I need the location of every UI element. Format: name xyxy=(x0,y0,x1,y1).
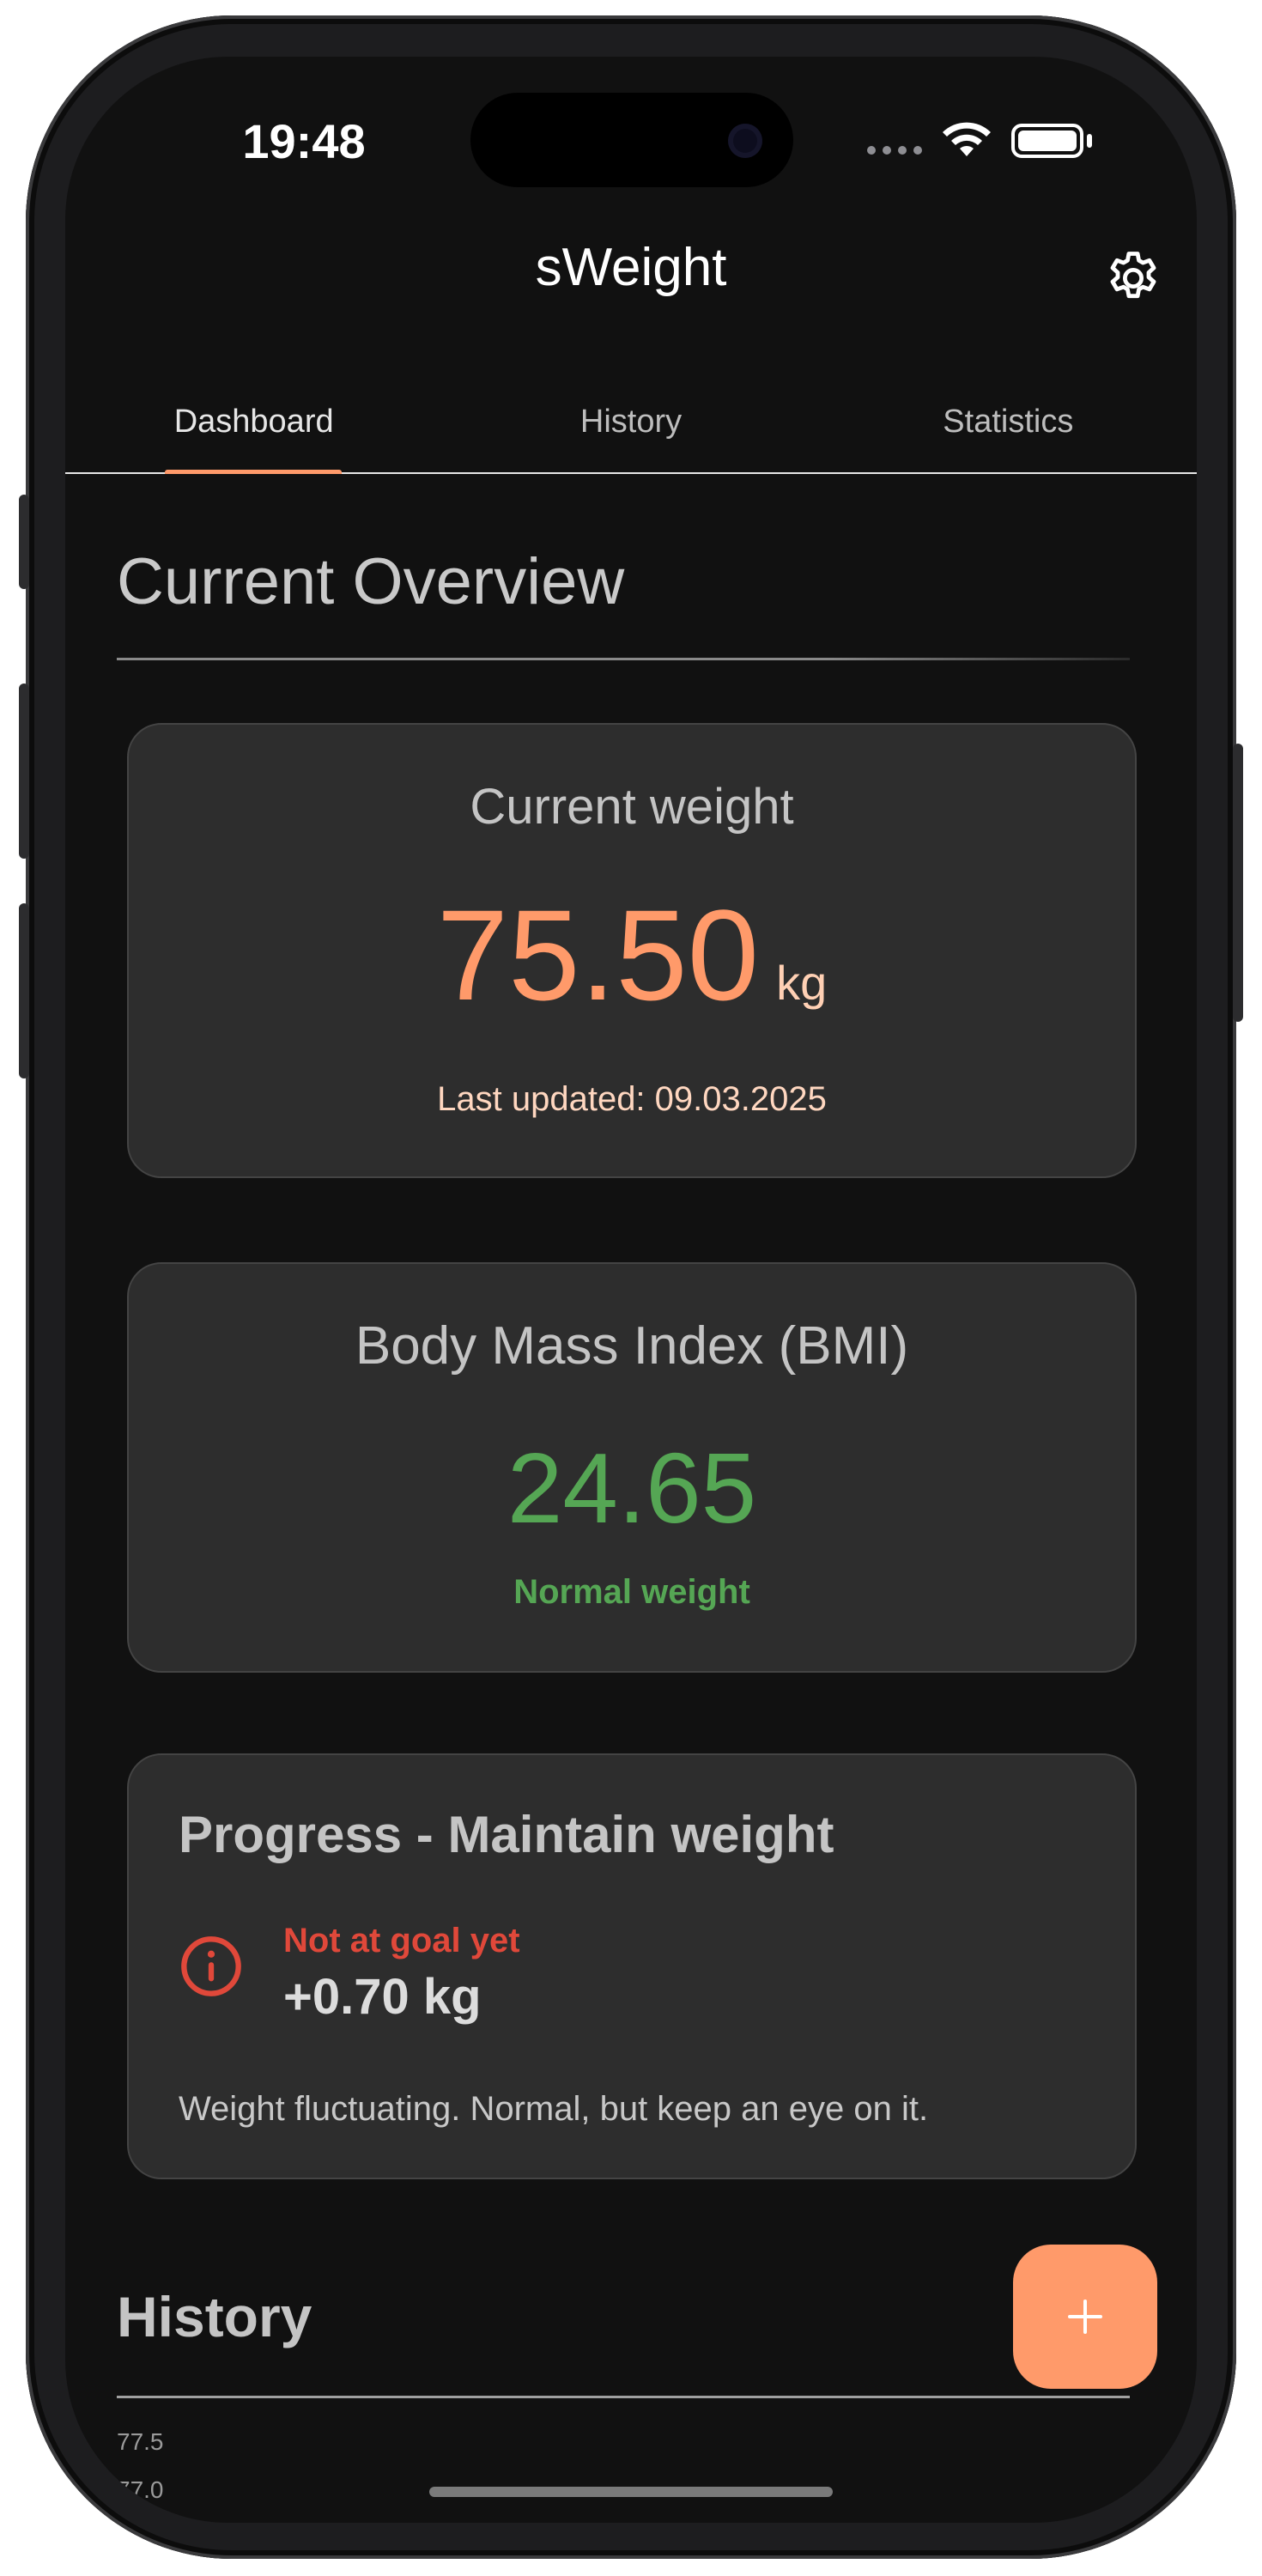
volume-down-button xyxy=(19,903,29,1078)
progress-title: Progress - Maintain weight xyxy=(179,1806,834,1863)
tab-dashboard-label: Dashboard xyxy=(173,404,334,440)
last-updated-text: Last updated: 09.03.2025 xyxy=(437,1080,827,1118)
bmi-title: Body Mass Index (BMI) xyxy=(355,1316,909,1376)
active-tab-indicator xyxy=(165,470,342,474)
bmi-value: 24.65 xyxy=(507,1432,757,1544)
power-button xyxy=(1233,744,1243,1022)
add-entry-button[interactable] xyxy=(1013,2245,1157,2389)
current-weight-card: Current weight 75.50 kg Last updated: 09.… xyxy=(127,723,1137,1178)
app-screen: 19:48 sWeight Dashboard History Statisti… xyxy=(65,57,1197,2523)
tab-history[interactable]: History xyxy=(442,392,819,472)
info-icon xyxy=(181,1936,241,1996)
app-title: sWeight xyxy=(535,238,727,297)
bmi-card: Body Mass Index (BMI) 24.65 Normal weigh… xyxy=(127,1262,1137,1673)
history-title: History xyxy=(117,2285,312,2348)
current-weight-title: Current weight xyxy=(470,779,794,835)
tab-bar: Dashboard History Statistics xyxy=(65,392,1197,474)
section-divider xyxy=(117,658,1130,660)
battery-icon xyxy=(1011,124,1083,158)
weight-difference: +0.70 kg xyxy=(283,1969,482,2025)
progress-note: Weight fluctuating. Normal, but keep an … xyxy=(179,2090,929,2128)
progress-card: Progress - Maintain weight Not at goal y… xyxy=(127,1753,1137,2179)
wifi-icon xyxy=(943,122,991,156)
history-y-tick: 77.0 xyxy=(117,2476,164,2503)
plus-icon xyxy=(1068,2300,1102,2334)
gear-icon[interactable] xyxy=(1102,247,1164,309)
status-time: 19:48 xyxy=(242,114,366,168)
signal-icon xyxy=(867,146,922,155)
current-weight-value-row: 75.50 kg xyxy=(129,881,1135,1030)
tab-statistics[interactable]: Statistics xyxy=(820,392,1197,472)
current-weight-value: 75.50 xyxy=(436,883,760,1027)
history-y-tick: 77.5 xyxy=(117,2428,164,2455)
home-indicator[interactable] xyxy=(429,2487,833,2497)
bmi-category: Normal weight xyxy=(513,1573,750,1611)
dynamic-island xyxy=(470,93,793,187)
tab-dashboard[interactable]: Dashboard xyxy=(65,392,442,474)
section-title: Current Overview xyxy=(117,545,625,618)
battery-tip xyxy=(1087,134,1092,148)
tab-statistics-label: Statistics xyxy=(943,404,1074,440)
silent-switch xyxy=(19,495,29,589)
camera-icon xyxy=(728,124,762,158)
tab-history-label: History xyxy=(579,404,683,440)
volume-up-button xyxy=(19,683,29,859)
current-weight-unit: kg xyxy=(776,956,828,1010)
goal-status: Not at goal yet xyxy=(283,1922,520,1959)
history-divider xyxy=(117,2396,1130,2398)
